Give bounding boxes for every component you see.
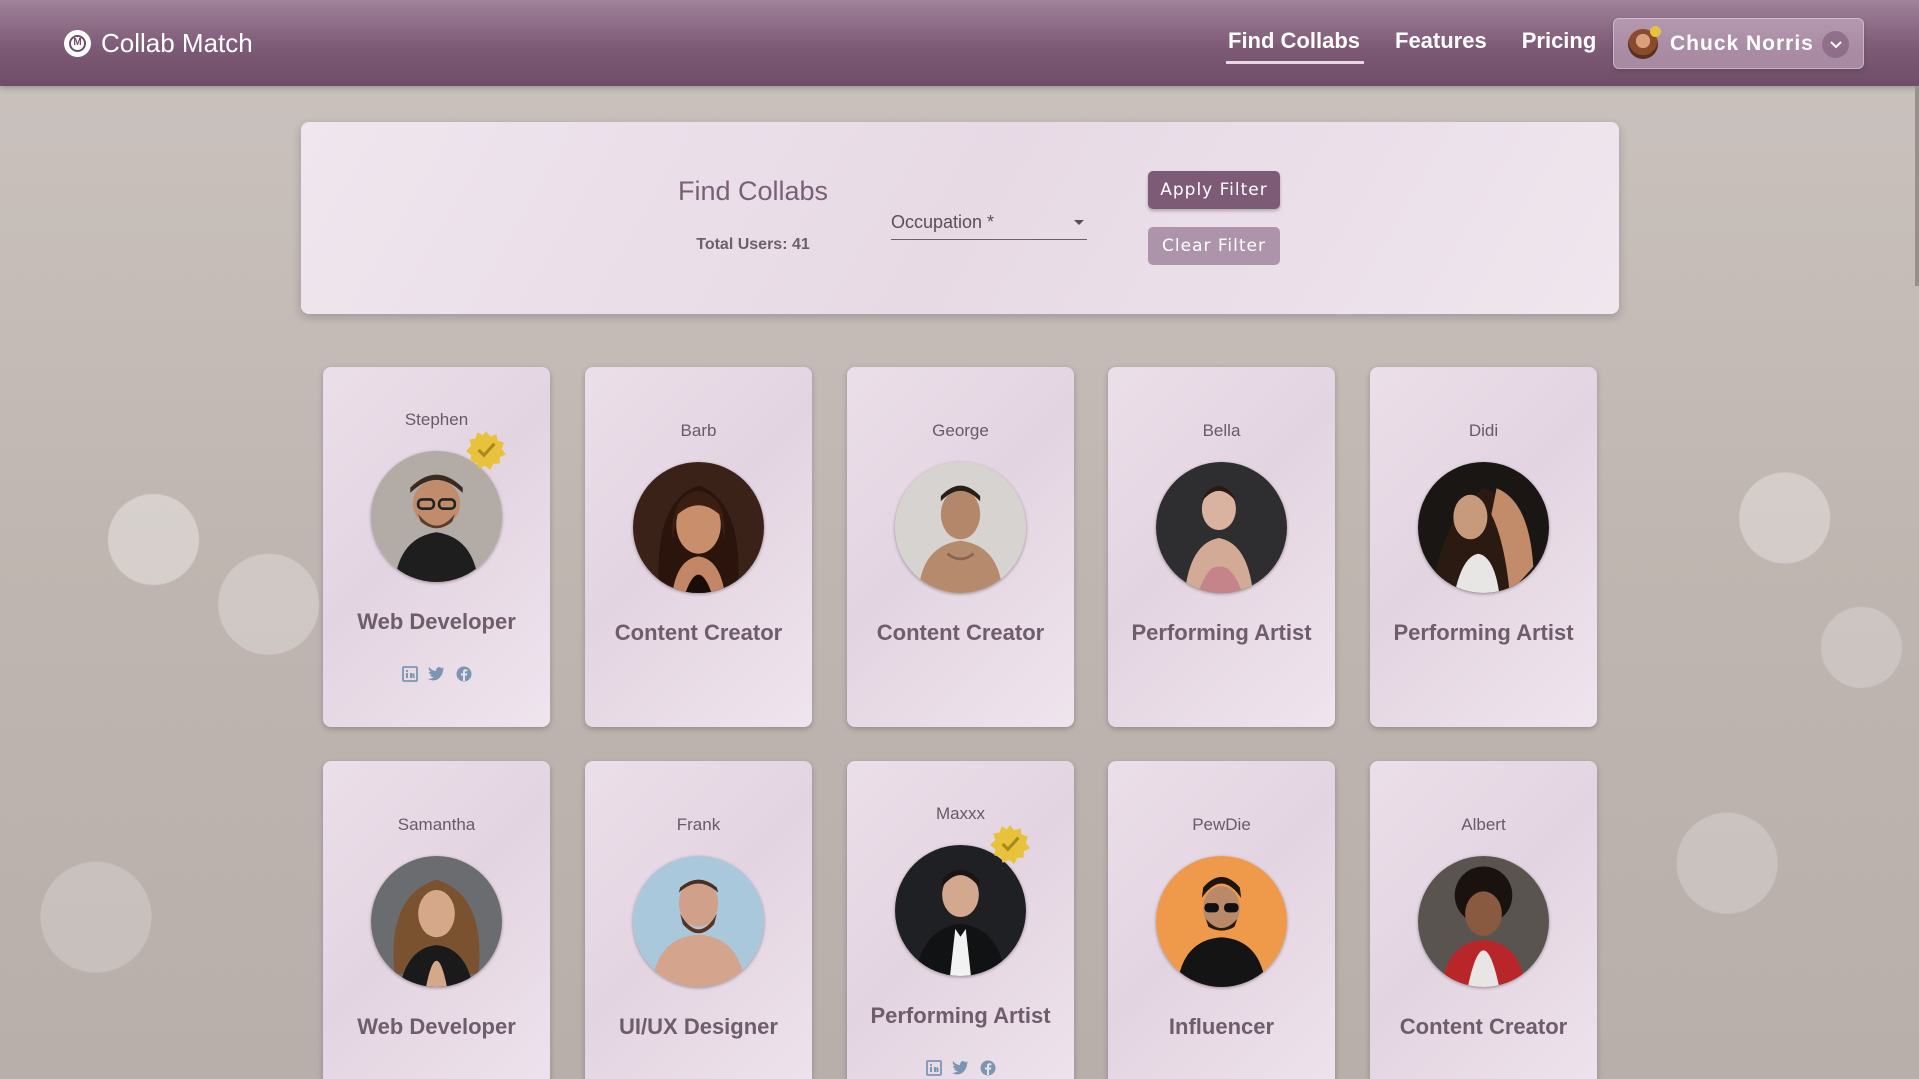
twitter-icon[interactable] <box>428 665 445 682</box>
nav-link-features[interactable]: Features <box>1395 28 1487 64</box>
page-scrollbar[interactable] <box>1915 86 1919 286</box>
social-links <box>323 665 550 682</box>
nav-link-find-collabs[interactable]: Find Collabs <box>1226 28 1364 64</box>
user-name-label: George <box>932 421 989 440</box>
user-photo <box>633 462 764 593</box>
user-role: Content Creator <box>876 620 1045 645</box>
user-photo <box>1156 462 1287 593</box>
user-role: Web Developer <box>357 609 516 634</box>
verified-badge-icon <box>990 825 1030 864</box>
verified-badge-icon <box>466 431 506 470</box>
total-users-count: Total Users: 41 <box>696 236 810 253</box>
chevron-down-icon[interactable] <box>1822 31 1849 58</box>
occupation-select-label: Occupation * <box>891 212 995 232</box>
user-card-frank[interactable]: Frank UI/UX Designer <box>585 761 812 1079</box>
user-role: Influencer <box>1168 1014 1275 1039</box>
brand-name: Collab Match <box>101 27 253 58</box>
user-photo <box>633 856 764 987</box>
social-links <box>847 1059 1074 1076</box>
facebook-icon[interactable] <box>979 1059 996 1076</box>
user-role: Performing Artist <box>870 1003 1051 1028</box>
user-role: Web Developer <box>357 1014 516 1039</box>
linkedin-icon[interactable] <box>401 665 418 682</box>
apply-filter-button[interactable]: Apply Filter <box>1148 171 1280 209</box>
user-role: UI/UX Designer <box>619 1014 778 1039</box>
user-card-didi[interactable]: Didi Performing Artist <box>1370 367 1597 727</box>
page-title: Find Collabs <box>677 176 829 206</box>
user-name-label: PewDie <box>1192 815 1251 834</box>
brand-logo-icon: M <box>64 29 91 57</box>
dropdown-caret-icon <box>1074 220 1084 225</box>
user-role: Performing Artist <box>1393 620 1574 645</box>
linkedin-icon[interactable] <box>925 1059 942 1076</box>
twitter-icon[interactable] <box>952 1059 969 1076</box>
user-role: Content Creator <box>614 620 783 645</box>
user-card-bella[interactable]: Bella Performing Artist <box>1108 367 1335 727</box>
occupation-select[interactable]: Occupation * <box>891 206 1087 240</box>
user-card-maxxx[interactable]: Maxxx Performing Artist <box>847 761 1074 1079</box>
filter-panel: Find Collabs Total Users: 41 Occupation … <box>301 122 1619 314</box>
user-name-label: Frank <box>676 815 721 834</box>
user-photo <box>371 856 502 987</box>
user-photo <box>1418 462 1549 593</box>
user-role: Content Creator <box>1399 1014 1568 1039</box>
user-name-label: Bella <box>1202 421 1241 440</box>
nav-links: Find Collabs Features Pricing <box>1226 28 1597 64</box>
top-navbar: M Collab Match Find Collabs Features Pri… <box>0 0 1919 86</box>
user-name-label: Albert <box>1461 815 1506 834</box>
user-photo <box>895 462 1026 593</box>
clear-filter-button[interactable]: Clear Filter <box>1148 227 1280 265</box>
user-name-label: Maxxx <box>935 804 986 823</box>
user-card-stephen[interactable]: Stephen Web Developer <box>323 367 550 727</box>
user-name-label: Barb <box>680 421 717 440</box>
facebook-icon[interactable] <box>455 665 472 682</box>
user-role: Performing Artist <box>1131 620 1312 645</box>
user-card-barb[interactable]: Barb Content Creator <box>585 367 812 727</box>
user-name-label: Samantha <box>397 815 476 834</box>
user-card-george[interactable]: George Content Creator <box>847 367 1074 727</box>
user-menu-button[interactable]: Chuck Norris <box>1613 18 1864 69</box>
user-name-label: Didi <box>1468 421 1499 440</box>
user-photo <box>1156 856 1287 987</box>
user-name: Chuck Norris <box>1670 31 1814 55</box>
brand-link[interactable]: M Collab Match <box>64 26 253 60</box>
user-photo <box>1418 856 1549 987</box>
avatar <box>1628 25 1661 59</box>
nav-link-pricing[interactable]: Pricing <box>1522 28 1597 64</box>
user-name-label: Stephen <box>404 410 469 429</box>
user-card-albert[interactable]: Albert Content Creator <box>1370 761 1597 1079</box>
user-card-samantha[interactable]: Samantha Web Developer <box>323 761 550 1079</box>
user-card-pewdie[interactable]: PewDie Influencer <box>1108 761 1335 1079</box>
